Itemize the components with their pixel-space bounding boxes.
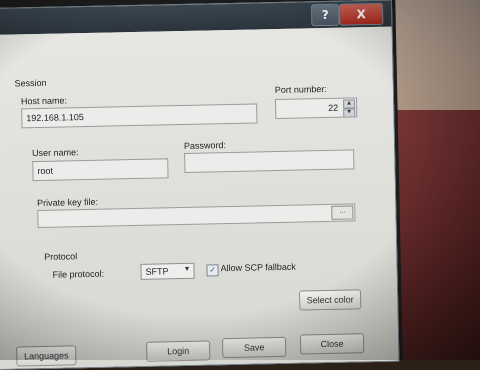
user-name-label: User name: [31,147,79,159]
check-icon: ✓ [209,265,216,275]
login-dialog: ? X Session Host name: 192.168.1.105 Por… [0,0,400,370]
protocol-group-label: Protocol [44,251,78,262]
chevron-up-icon[interactable]: ▲ [342,99,356,109]
file-protocol-label: File protocol: [52,268,105,280]
save-button[interactable]: Save [221,336,287,359]
host-name-label: Host name: [20,95,68,107]
dialog-body: Session Host name: 192.168.1.105 Port nu… [0,26,399,369]
private-key-file-label: Private key file: [36,196,99,209]
close-button[interactable]: Close [299,333,365,355]
port-number-input[interactable]: 22 ▲ ▼ [274,97,358,120]
session-group-label: Session [14,77,47,89]
languages-button[interactable]: Languages [16,345,77,367]
password-label: Password: [183,140,227,151]
private-key-file-input[interactable] [37,203,356,229]
port-number-value: 22 [328,102,339,113]
chevron-down-icon: ▼ [183,265,191,274]
port-spinner[interactable]: ▲ ▼ [342,99,356,118]
allow-scp-fallback-checkbox[interactable]: ✓ [206,264,219,277]
window-close-button[interactable]: X [338,2,384,26]
user-name-input[interactable]: root [32,158,169,182]
browse-key-file-button[interactable]: ... [331,205,354,220]
login-button[interactable]: Login [146,340,211,362]
file-protocol-select[interactable]: SFTP ▼ [140,262,195,280]
select-color-button[interactable]: Select color [298,289,362,311]
allow-scp-fallback-label: Allow SCP fallback [220,261,296,274]
help-button[interactable]: ? [310,3,340,27]
chevron-down-icon[interactable]: ▼ [343,108,356,118]
port-number-label: Port number: [274,83,327,96]
password-input[interactable] [184,149,355,173]
file-protocol-value: SFTP [145,266,169,277]
host-name-input[interactable]: 192.168.1.105 [21,103,258,129]
